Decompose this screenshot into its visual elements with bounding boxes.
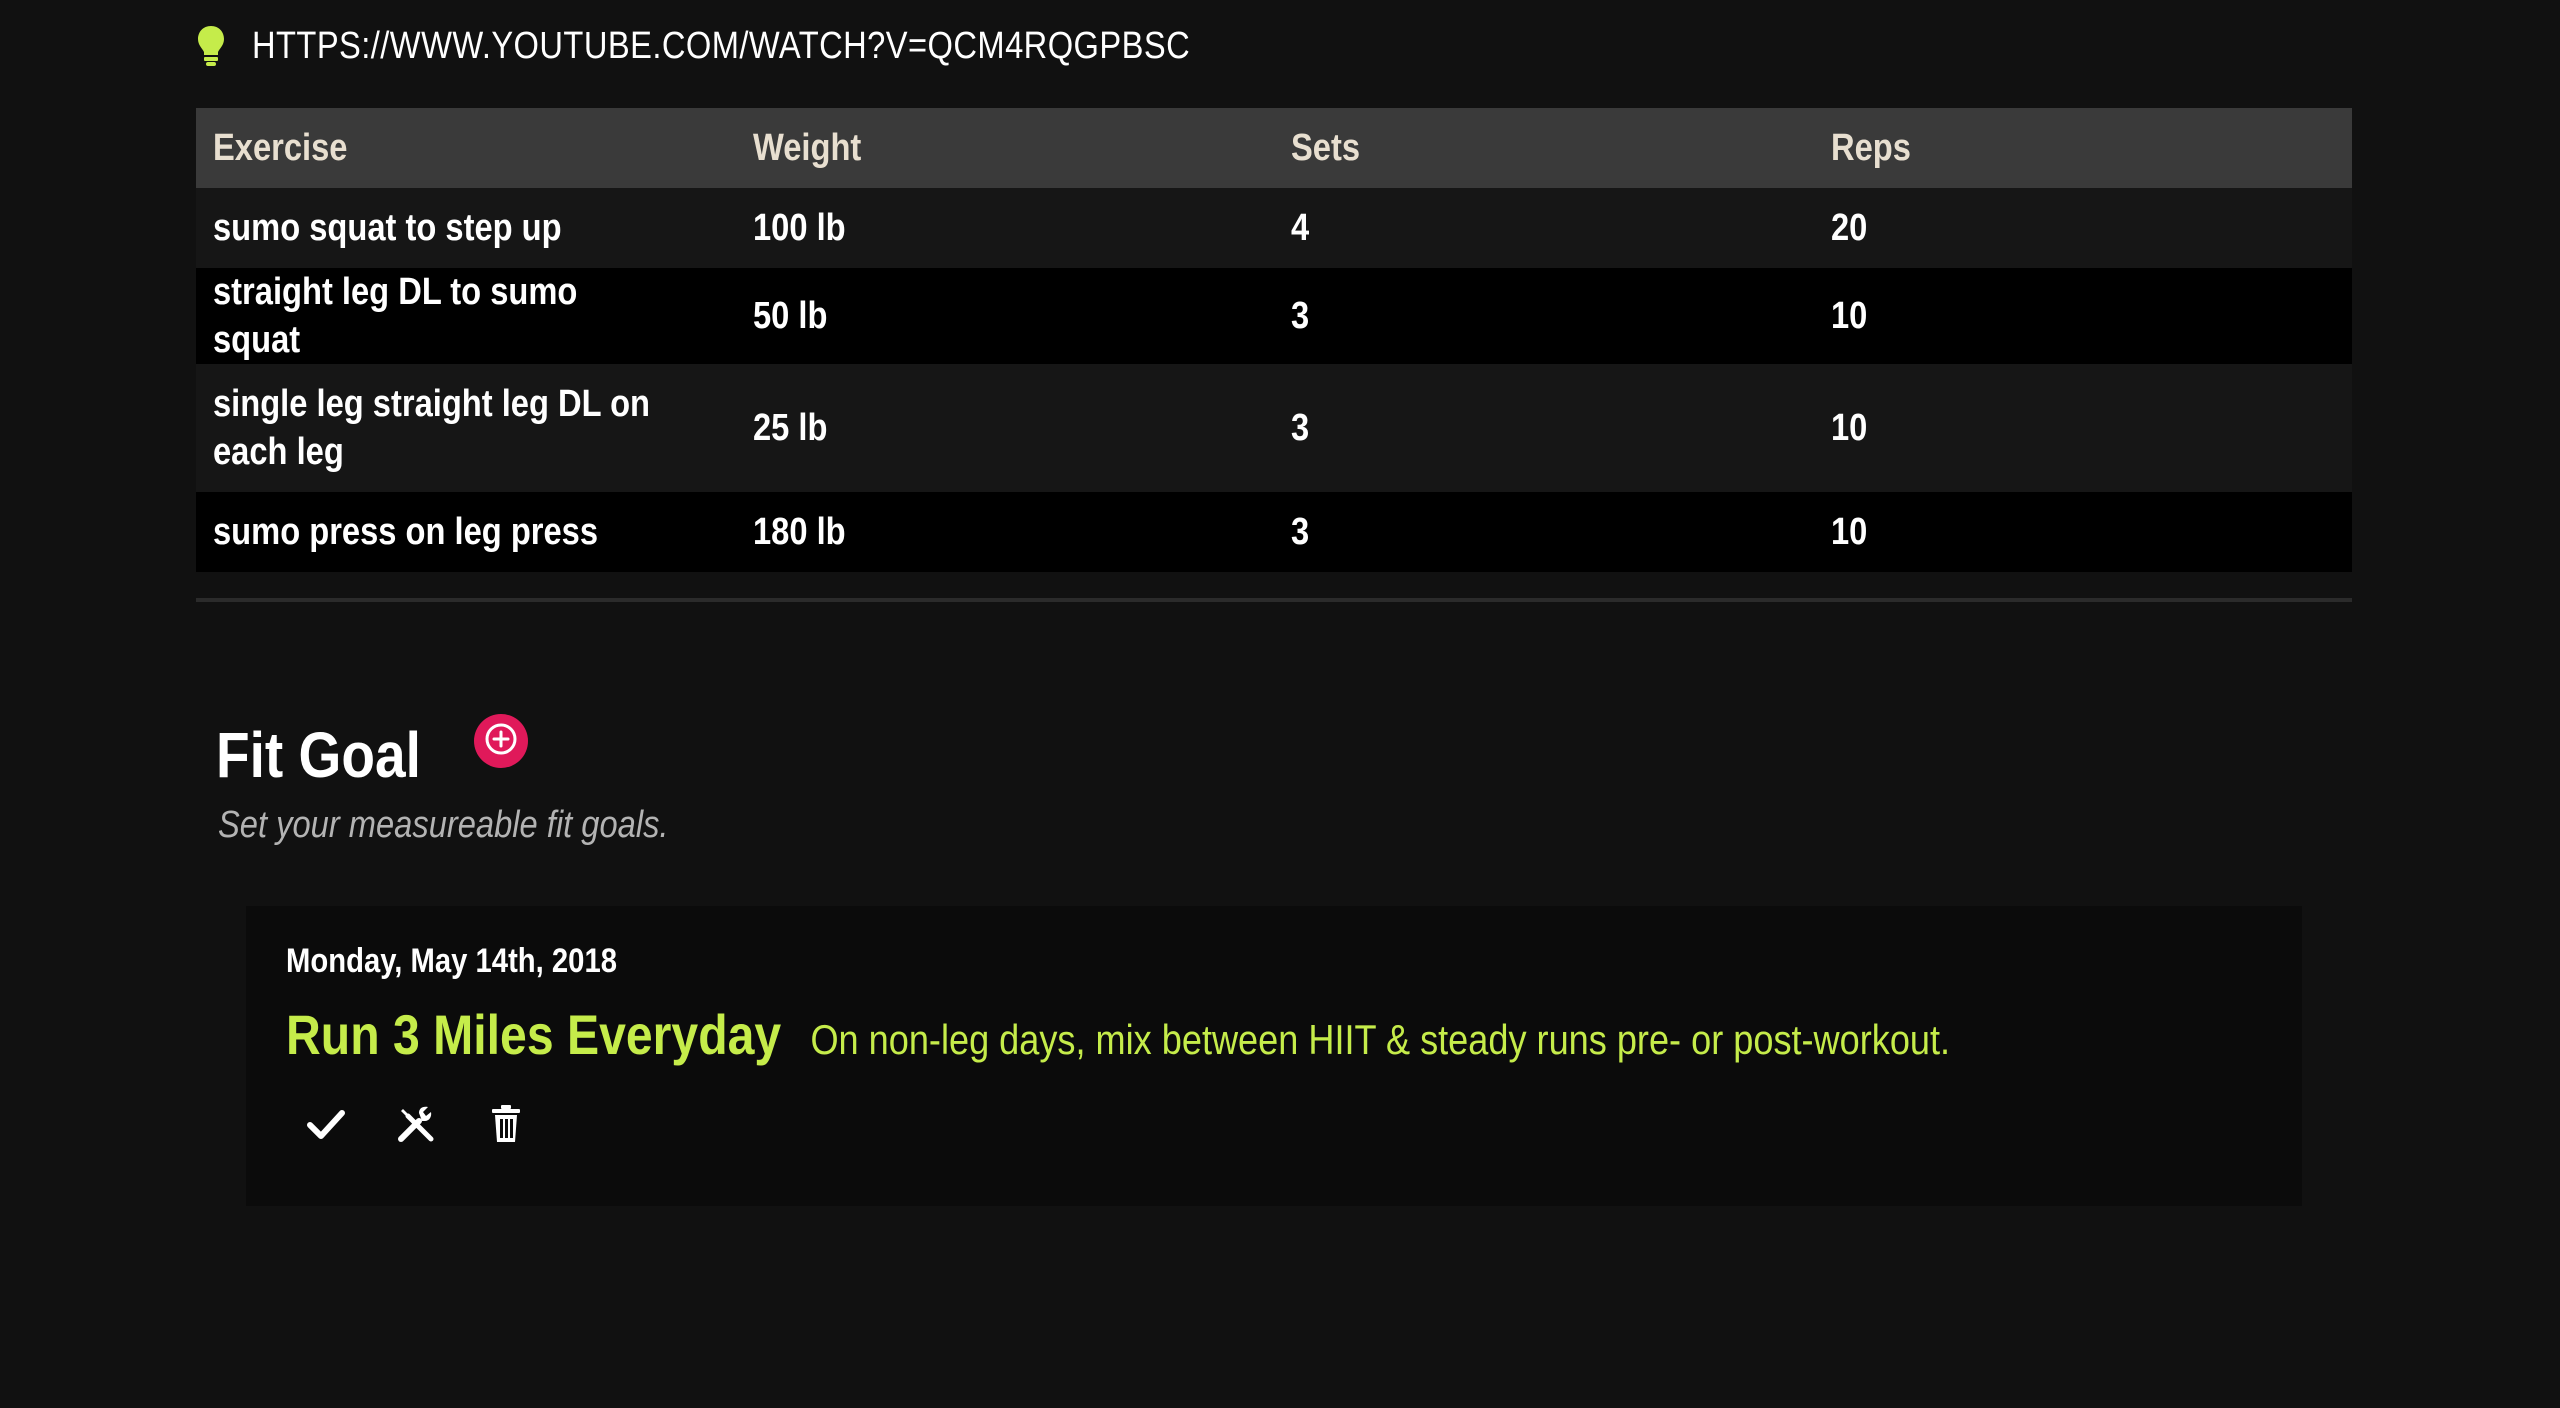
cell-exercise: straight leg DL to sumo squat <box>196 268 736 364</box>
cell-reps: 10 <box>1814 364 2352 492</box>
exercise-table: Exercise Weight Sets Reps sumo squat to … <box>196 108 2352 572</box>
goal-name: Run 3 Miles Everyday <box>286 1003 782 1066</box>
column-header-exercise: Exercise <box>196 108 736 188</box>
lightbulb-icon <box>196 24 226 68</box>
video-link-row: HTTPS://WWW.YOUTUBE.COM/WATCH?V=QCM4RQGP… <box>196 18 1343 74</box>
cell-weight: 180 lb <box>736 492 1274 572</box>
cell-exercise: sumo squat to step up <box>196 188 736 268</box>
cell-weight: 50 lb <box>736 268 1274 364</box>
fit-goal-subtitle: Set your measureable fit goals. <box>218 804 669 846</box>
column-header-sets: Sets <box>1274 108 1814 188</box>
table-row: single leg straight leg DL on each leg 2… <box>196 364 2352 492</box>
cell-sets: 3 <box>1274 364 1814 492</box>
delete-goal-button[interactable] <box>482 1102 530 1150</box>
cell-sets: 4 <box>1274 188 1814 268</box>
edit-goal-button[interactable] <box>392 1102 440 1150</box>
plus-circle-icon <box>484 722 518 761</box>
check-icon <box>306 1104 346 1149</box>
cell-reps: 10 <box>1814 268 2352 364</box>
add-goal-button[interactable] <box>474 714 529 768</box>
goal-date: Monday, May 14th, 2018 <box>286 942 617 980</box>
section-divider <box>196 598 2352 602</box>
table-row: sumo press on leg press 180 lb 3 10 <box>196 492 2352 572</box>
cell-weight: 100 lb <box>736 188 1274 268</box>
complete-goal-button[interactable] <box>302 1102 350 1150</box>
cell-exercise: single leg straight leg DL on each leg <box>196 364 736 492</box>
trash-icon <box>490 1104 522 1149</box>
fit-goal-header: Fit Goal <box>216 706 529 792</box>
cell-reps: 10 <box>1814 492 2352 572</box>
cell-exercise: sumo press on leg press <box>196 492 736 572</box>
cell-sets: 3 <box>1274 492 1814 572</box>
table-row: straight leg DL to sumo squat 50 lb 3 10 <box>196 268 2352 364</box>
fit-goal-title: Fit Goal <box>216 719 421 791</box>
tools-icon <box>395 1103 437 1150</box>
table-row: sumo squat to step up 100 lb 4 20 <box>196 188 2352 268</box>
goal-line: Run 3 Miles Everyday On non-leg days, mi… <box>286 1002 1950 1067</box>
youtube-video-link[interactable]: HTTPS://WWW.YOUTUBE.COM/WATCH?V=QCM4RQGP… <box>252 25 1190 68</box>
page: HTTPS://WWW.YOUTUBE.COM/WATCH?V=QCM4RQGP… <box>0 0 2560 1408</box>
table-header-row: Exercise Weight Sets Reps <box>196 108 2352 188</box>
cell-sets: 3 <box>1274 268 1814 364</box>
cell-reps: 20 <box>1814 188 2352 268</box>
column-header-reps: Reps <box>1814 108 2352 188</box>
goal-actions <box>302 1102 572 1150</box>
cell-weight: 25 lb <box>736 364 1274 492</box>
column-header-weight: Weight <box>736 108 1274 188</box>
goal-card: Monday, May 14th, 2018 Run 3 Miles Every… <box>246 906 2302 1206</box>
goal-description: On non-leg days, mix between HIIT & stea… <box>810 1016 1951 1063</box>
